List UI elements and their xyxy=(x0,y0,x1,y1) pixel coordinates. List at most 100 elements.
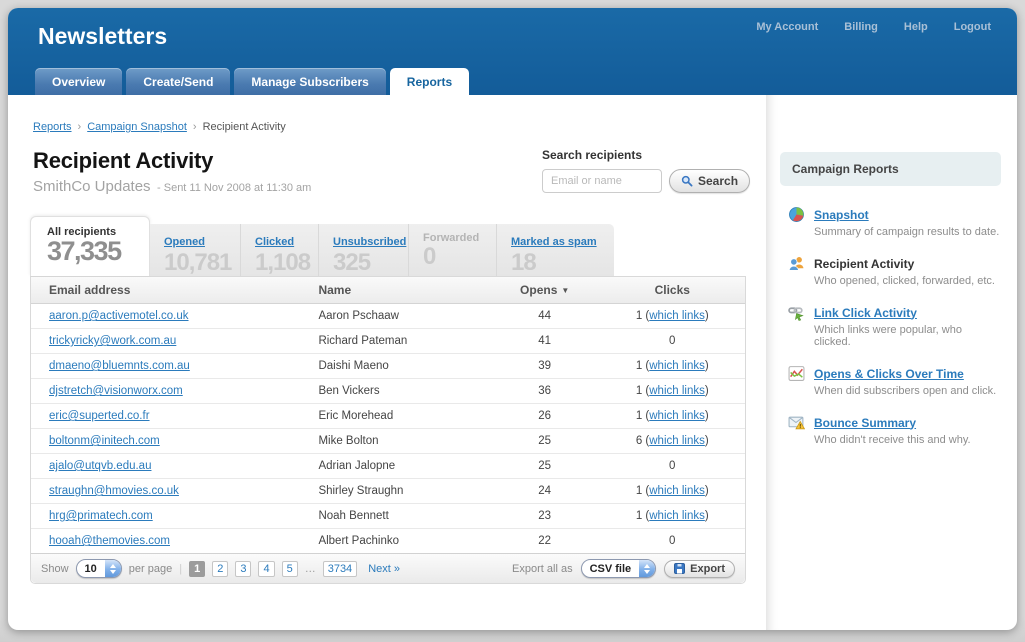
clicks-count: 0 xyxy=(669,535,675,547)
email-link[interactable]: dmaeno@bluemnts.com.au xyxy=(49,360,190,372)
email-link[interactable]: straughn@hmovies.co.uk xyxy=(49,485,179,497)
show-label: Show xyxy=(41,563,69,575)
page-button-3[interactable]: 3 xyxy=(235,561,251,577)
export-button[interactable]: Export xyxy=(664,560,735,578)
link-click-icon xyxy=(788,304,805,321)
table-row: aaron.p@activemotel.co.uk Aaron Pschaaw … xyxy=(31,304,745,329)
table-row: straughn@hmovies.co.uk Shirley Straughn … xyxy=(31,479,745,504)
search-label: Search recipients xyxy=(542,148,742,162)
tab-reports[interactable]: Reports xyxy=(390,68,469,95)
stat-link[interactable]: Clicked xyxy=(255,236,294,248)
sidebar-item-description: Who didn't receive this and why. xyxy=(814,434,1001,446)
per-page-label: per page xyxy=(129,563,172,575)
email-link[interactable]: eric@superted.co.fr xyxy=(49,410,150,422)
sidebar-item-opens-clicks-over-time: Opens & Clicks Over Time When did subscr… xyxy=(788,365,1001,397)
email-link[interactable]: aaron.p@activemotel.co.uk xyxy=(49,310,189,322)
stat-value: 0 xyxy=(423,244,496,270)
sidebar-link-opens-clicks-over-time[interactable]: Opens & Clicks Over Time xyxy=(814,367,964,381)
nav-help[interactable]: Help xyxy=(904,21,928,33)
stat-link[interactable]: Unsubscribed xyxy=(333,236,406,248)
stat-tab-unsubscribed[interactable]: Unsubscribed 325 xyxy=(318,224,408,276)
sidebar-title: Campaign Reports xyxy=(780,152,1001,186)
breadcrumb-separator: › xyxy=(193,121,197,133)
sidebar-link-link-click-activity[interactable]: Link Click Activity xyxy=(814,306,917,320)
breadcrumb-reports[interactable]: Reports xyxy=(33,121,72,133)
sort-desc-icon: ▼ xyxy=(561,286,569,295)
breadcrumb-campaign-snapshot[interactable]: Campaign Snapshot xyxy=(87,121,187,133)
email-link[interactable]: hooah@themovies.com xyxy=(49,535,170,547)
stat-link[interactable]: Marked as spam xyxy=(511,236,597,248)
page-button-2[interactable]: 2 xyxy=(212,561,228,577)
breadcrumb-current: Recipient Activity xyxy=(203,121,286,133)
per-page-select[interactable]: 10 xyxy=(76,559,122,578)
stats-tabbar: All recipients 37,335 Opened 10,781 Clic… xyxy=(30,216,766,276)
search-icon xyxy=(681,175,693,187)
recipient-name: Adrian Jalopne xyxy=(300,454,489,479)
page-button-last[interactable]: 3734 xyxy=(323,561,357,577)
next-page-link[interactable]: Next » xyxy=(368,563,400,575)
search-button[interactable]: Search xyxy=(669,169,750,193)
which-links-link[interactable]: which links xyxy=(649,385,705,397)
column-header-name[interactable]: Name xyxy=(300,277,489,304)
tab-overview[interactable]: Overview xyxy=(35,68,122,95)
which-links-link[interactable]: which links xyxy=(649,310,705,322)
main-column: Reports›Campaign Snapshot›Recipient Acti… xyxy=(8,95,766,630)
nav-logout[interactable]: Logout xyxy=(954,21,991,33)
nav-my-account[interactable]: My Account xyxy=(756,21,818,33)
campaign-name: SmithCo Updates xyxy=(33,178,151,195)
email-link[interactable]: trickyricky@work.com.au xyxy=(49,335,176,347)
search-input[interactable] xyxy=(542,169,662,193)
opens-count: 36 xyxy=(490,379,600,404)
table-row: ajalo@utqvb.edu.au Adrian Jalopne 25 0 xyxy=(31,454,745,479)
column-header-clicks[interactable]: Clicks xyxy=(600,277,745,304)
column-header-opens[interactable]: Opens▼ xyxy=(490,277,600,304)
opens-count: 44 xyxy=(490,304,600,329)
recipient-name: Daishi Maeno xyxy=(300,354,489,379)
tab-create-send[interactable]: Create/Send xyxy=(126,68,230,95)
stat-tab-clicked[interactable]: Clicked 1,108 xyxy=(240,224,318,276)
which-links-link[interactable]: which links xyxy=(649,485,705,497)
sidebar-item-description: Which links were popular, who clicked. xyxy=(814,324,1001,348)
page-button-1[interactable]: 1 xyxy=(189,561,205,577)
footer-separator: | xyxy=(179,563,182,575)
stat-value: 325 xyxy=(333,250,408,276)
table-row: dmaeno@bluemnts.com.au Daishi Maeno 39 1… xyxy=(31,354,745,379)
page-title: Recipient Activity xyxy=(33,148,311,174)
main-tabbar: Overview Create/Send Manage Subscribers … xyxy=(35,68,469,95)
email-link[interactable]: hrg@primatech.com xyxy=(49,510,153,522)
sidebar-item-bounce-summary: Bounce Summary Who didn't receive this a… xyxy=(788,414,1001,446)
recipient-name: Mike Bolton xyxy=(300,429,489,454)
stat-link[interactable]: Opened xyxy=(164,236,205,248)
sidebar-item-snapshot: Snapshot Summary of campaign results to … xyxy=(788,206,1001,238)
recipient-name: Ben Vickers xyxy=(300,379,489,404)
opens-count: 41 xyxy=(490,329,600,354)
nav-billing[interactable]: Billing xyxy=(844,21,878,33)
tab-manage-subscribers[interactable]: Manage Subscribers xyxy=(234,68,385,95)
page-button-4[interactable]: 4 xyxy=(258,561,274,577)
app-window: Newsletters My Account Billing Help Logo… xyxy=(8,8,1017,630)
email-link[interactable]: boltonm@initech.com xyxy=(49,435,160,447)
sidebar-link-bounce-summary[interactable]: Bounce Summary xyxy=(814,416,916,430)
recipient-name: Aaron Pschaaw xyxy=(300,304,489,329)
which-links-link[interactable]: which links xyxy=(649,410,705,422)
recipient-name: Noah Bennett xyxy=(300,504,489,529)
export-format-select[interactable]: CSV file xyxy=(581,559,657,578)
which-links-link[interactable]: which links xyxy=(649,435,705,447)
line-chart-icon xyxy=(788,365,805,382)
sent-info: - Sent 11 Nov 2008 at 11:30 am xyxy=(157,182,311,194)
page-button-5[interactable]: 5 xyxy=(282,561,298,577)
recipient-name: Eric Morehead xyxy=(300,404,489,429)
opens-count: 24 xyxy=(490,479,600,504)
sidebar-link-snapshot[interactable]: Snapshot xyxy=(814,208,869,222)
stat-tab-opened[interactable]: Opened 10,781 xyxy=(150,224,240,276)
email-link[interactable]: ajalo@utqvb.edu.au xyxy=(49,460,151,472)
stat-tab-all-recipients[interactable]: All recipients 37,335 xyxy=(30,216,150,276)
column-header-email[interactable]: Email address xyxy=(31,277,300,304)
which-links-link[interactable]: which links xyxy=(649,510,705,522)
which-links-link[interactable]: which links xyxy=(649,360,705,372)
stepper-arrows-icon xyxy=(105,560,121,577)
stat-tab-marked-as-spam[interactable]: Marked as spam 18 xyxy=(496,224,614,276)
sidebar-current-recipient-activity: Recipient Activity xyxy=(814,257,914,271)
app-header: Newsletters My Account Billing Help Logo… xyxy=(8,8,1017,95)
email-link[interactable]: djstretch@visionworx.com xyxy=(49,385,183,397)
